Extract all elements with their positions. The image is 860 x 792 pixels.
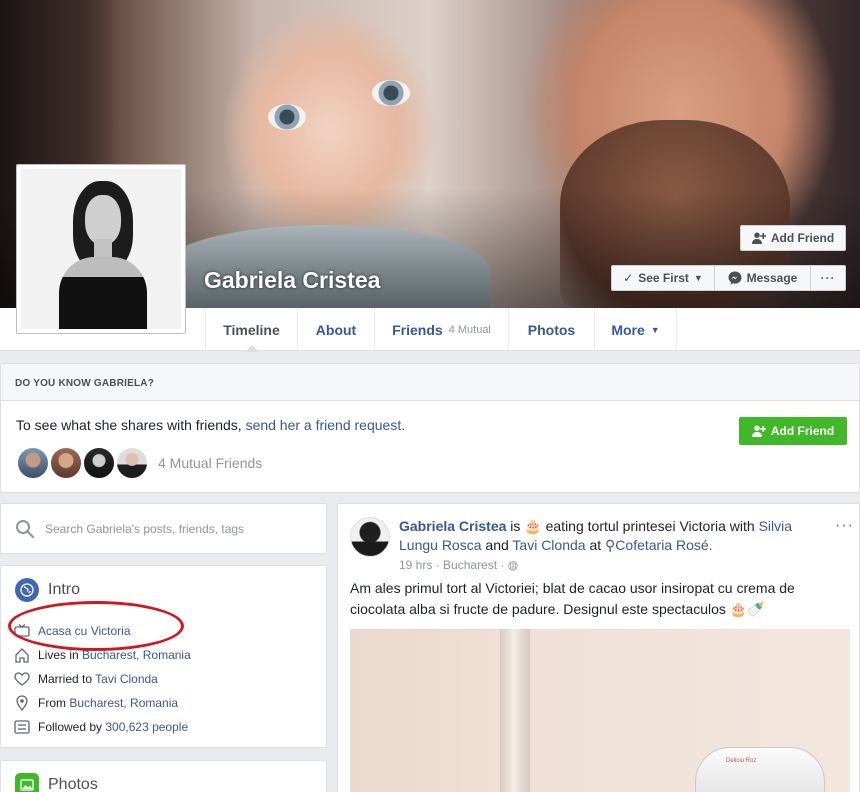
add-friend-icon [751, 232, 766, 244]
profile-picture[interactable] [16, 164, 186, 334]
mutual-friend-avatar[interactable] [115, 446, 149, 480]
cake-box: Deliciu Roz [695, 747, 825, 792]
photos-icon [15, 773, 39, 792]
search-input[interactable]: Search Gabriela's posts, friends, tags [45, 522, 244, 536]
followers-link[interactable]: 300,623 people [105, 720, 188, 734]
tagged-friend-link[interactable]: Tavi Clonda [512, 537, 585, 553]
home-icon [13, 646, 30, 663]
location-pin-icon: ⚲ [605, 537, 616, 553]
search-icon [16, 519, 35, 538]
married-to-link[interactable]: Tavi Clonda [95, 672, 158, 686]
card-heading: DO YOU KNOW GABRIELA? [1, 364, 859, 401]
add-friend-label: Add Friend [770, 231, 835, 245]
add-friend-icon [751, 425, 766, 437]
globe-privacy-icon[interactable]: ◍ [508, 558, 518, 572]
followers-icon [13, 718, 30, 735]
intro-card: Intro Acasa cu Victoria Lives in Buchare… [0, 565, 327, 748]
post-author-avatar[interactable] [350, 517, 390, 557]
tab-timeline[interactable]: Timeline [205, 308, 297, 352]
caret-down-icon: ▼ [650, 324, 660, 335]
intro-item-from: From Bucharest, Romania [13, 694, 178, 711]
photos-card: Photos [0, 760, 327, 792]
add-friend-button[interactable]: Add Friend [740, 225, 846, 251]
cake-icon: 🎂 [524, 518, 542, 534]
tab-photos[interactable]: Photos [508, 308, 594, 351]
tab-friends[interactable]: Friends 4 Mutual [374, 308, 508, 351]
post-meta: 19 hrs · Bucharest · ◍ [399, 558, 519, 572]
cake-icon: 🎂 [729, 601, 748, 617]
profile-name[interactable]: Gabriela Cristea [204, 267, 380, 294]
baby-bottle-icon: 🍼 [747, 601, 765, 617]
caret-down-icon: ▼ [693, 273, 703, 283]
intro-item-married: Married to Tavi Clonda [13, 670, 158, 687]
globe-icon [15, 578, 39, 602]
hometown-link[interactable]: Bucharest, Romania [69, 696, 178, 710]
mutual-friends-label[interactable]: 4 Mutual Friends [158, 455, 262, 471]
friend-request-card: DO YOU KNOW GABRIELA? To see what she sh… [0, 363, 860, 493]
post-location: Bucharest [443, 558, 498, 572]
tab-more[interactable]: More ▼ [594, 308, 677, 351]
location-pin-icon [13, 694, 30, 711]
message-label: Message [746, 271, 798, 285]
see-first-label: See First [638, 271, 689, 285]
timeline-search[interactable]: Search Gabriela's posts, friends, tags [0, 503, 327, 554]
place-link[interactable]: Cofetaria Rosé. [615, 537, 712, 553]
tab-about[interactable]: About [297, 308, 374, 351]
post-header: Gabriela Cristea is 🎂 eating tortul prin… [399, 518, 793, 553]
checkmark-icon: ✓ [623, 271, 634, 285]
mutual-count: 4 Mutual [448, 323, 491, 336]
friend-request-link[interactable]: send her a friend request. [246, 417, 406, 433]
highlight-annotation [8, 601, 184, 651]
photos-title[interactable]: Photos [15, 773, 98, 792]
intro-title: Intro [15, 578, 80, 602]
heart-icon [13, 670, 30, 687]
mutual-friend-avatar[interactable] [16, 446, 50, 480]
post-options-button[interactable]: ··· [835, 517, 854, 535]
intro-item-followers: Followed by 300,623 people [13, 718, 188, 735]
see-first-button[interactable]: ✓ See First ▼ [611, 265, 715, 291]
add-friend-green-button[interactable]: Add Friend [739, 417, 847, 445]
friend-request-prompt: To see what she shares with friends, sen… [16, 417, 406, 433]
feed-post: Gabriela Cristea is 🎂 eating tortul prin… [337, 503, 860, 792]
post-photo[interactable]: Deliciu Roz [350, 629, 850, 792]
post-author-link[interactable]: Gabriela Cristea [399, 518, 506, 534]
more-options-button[interactable]: ··· [811, 265, 846, 291]
post-timestamp[interactable]: 19 hrs [399, 558, 432, 572]
mutual-friends-row: 4 Mutual Friends [16, 446, 262, 480]
mutual-friend-avatar[interactable] [49, 446, 83, 480]
post-text: Am ales primul tort al Victoriei; blat d… [350, 580, 795, 617]
message-button[interactable]: Message [715, 265, 811, 291]
messenger-icon [728, 271, 742, 285]
mutual-friend-avatar[interactable] [82, 446, 116, 480]
